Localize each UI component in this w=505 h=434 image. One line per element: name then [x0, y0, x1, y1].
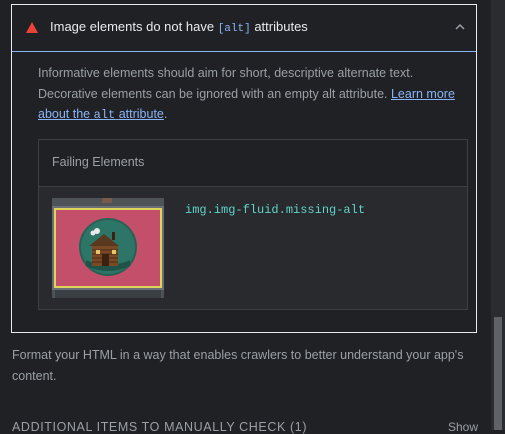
audit-description: Informative elements should aim for shor…: [38, 66, 455, 122]
next-audit-description: Format your HTML in a way that enables c…: [12, 348, 464, 383]
scrollbar-thumb[interactable]: [494, 317, 502, 430]
audit-title: Image elements do not have [alt] attribu…: [50, 19, 308, 35]
audit-header[interactable]: Image elements do not have [alt] attribu…: [12, 5, 476, 52]
failing-elements-title: Failing Elements: [52, 155, 145, 169]
scrollbar[interactable]: [491, 0, 505, 430]
element-thumbnail[interactable]: [52, 198, 164, 298]
failing-elements-header: Failing Elements: [39, 140, 467, 187]
failing-elements-table: Failing Elements img.img-fluid.missing-a…: [38, 139, 468, 310]
fail-triangle-icon: [26, 22, 38, 33]
chevron-up-icon[interactable]: [454, 21, 466, 33]
audit-item-image-alt: Image elements do not have [alt] attribu…: [11, 4, 477, 333]
show-button[interactable]: Show: [448, 420, 478, 434]
alt-code: [alt]: [217, 23, 251, 35]
failing-selector[interactable]: img.img-fluid.missing-alt: [185, 203, 365, 217]
manual-check-section-title[interactable]: ADDITIONAL ITEMS TO MANUALLY CHECK (1): [12, 420, 307, 434]
